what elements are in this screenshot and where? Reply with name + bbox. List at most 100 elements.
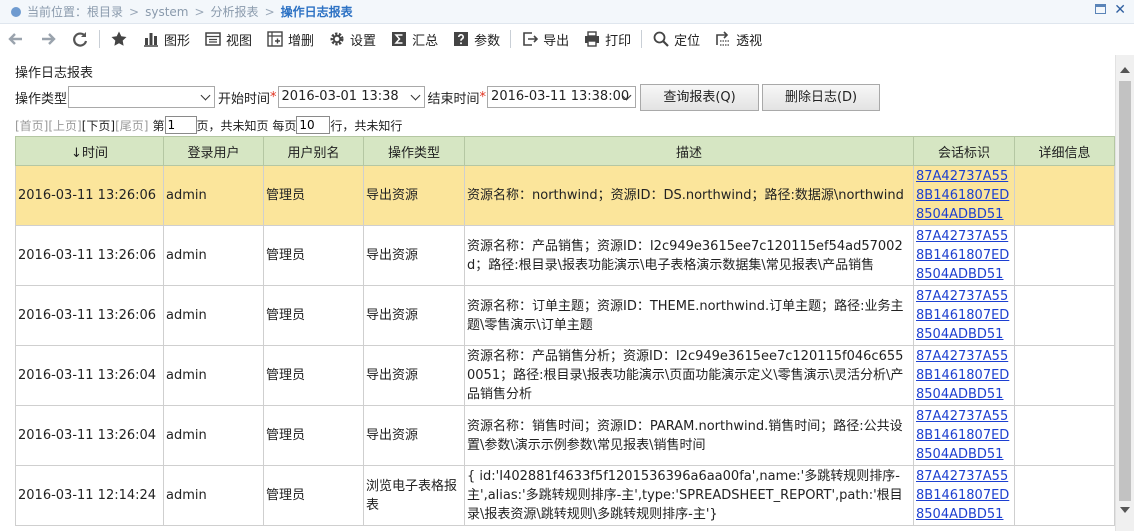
pager-last[interactable]: [尾页] — [115, 117, 148, 134]
breadcrumb-item-analysis[interactable]: 分析报表 — [211, 3, 259, 20]
add-column-button[interactable]: 增删 — [259, 24, 321, 54]
vertical-scrollbar[interactable] — [1115, 55, 1134, 531]
start-time-label: 开始时间 — [218, 91, 271, 107]
favorite-button[interactable] — [103, 24, 135, 54]
session-link[interactable]: 8B1461807ED — [916, 248, 1009, 263]
print-button[interactable]: 打印 — [576, 24, 638, 54]
session-link[interactable]: 8B1461807ED — [916, 368, 1009, 383]
chart-button[interactable]: 图形 — [135, 24, 197, 54]
table-row[interactable]: 2016-03-11 13:26:06 admin 管理员 导出资源 资源名称：… — [15, 285, 1115, 346]
log-table: ↓时间 登录用户 用户别名 操作类型 描述 会话标识 详细信息 2016-03-… — [15, 136, 1115, 526]
op-type-label: 操作类型 — [15, 91, 68, 107]
cell-desc: 资源名称：产品销售分析；资源ID：I2c949e3615ee7c120115f0… — [464, 345, 914, 406]
search-icon — [653, 31, 669, 47]
cell-op-type: 导出资源 — [363, 345, 465, 406]
arrow-right-icon — [42, 33, 56, 45]
query-report-button[interactable]: 查询报表(Q) — [640, 83, 760, 111]
printer-icon — [585, 31, 600, 47]
table-row[interactable]: 2016-03-11 13:26:06 admin 管理员 导出资源 资源名称：… — [15, 225, 1115, 286]
chevron-down-icon — [410, 90, 420, 101]
column-header-alias[interactable]: 用户别名 — [263, 136, 364, 166]
cell-user: admin — [163, 165, 264, 226]
table-row[interactable]: 2016-03-11 13:26:06 admin 管理员 导出资源 资源名称：… — [15, 165, 1115, 226]
cell-op-type: 导出资源 — [363, 405, 465, 466]
session-link[interactable]: 8504ADBD51 — [916, 447, 1003, 462]
table-row[interactable]: 2016-03-11 13:26:04 admin 管理员 导出资源 资源名称：… — [15, 345, 1115, 406]
page-number-input[interactable] — [164, 116, 197, 134]
delete-log-button[interactable]: 删除日志(D) — [762, 83, 881, 111]
scroll-thumb[interactable] — [1119, 81, 1131, 501]
breadcrumb-item-system[interactable]: system — [145, 5, 188, 19]
session-link[interactable]: 87A42737A55 — [916, 409, 1008, 424]
pager-next[interactable]: [下页] — [82, 117, 115, 134]
location-pin-icon — [11, 6, 21, 17]
session-link[interactable]: 8B1461807ED — [916, 488, 1009, 503]
session-link[interactable]: 8B1461807ED — [916, 308, 1009, 323]
export-button-label: 导出 — [543, 33, 570, 49]
sigma-icon — [392, 32, 407, 46]
op-type-select[interactable] — [68, 86, 216, 108]
toolbar-separator — [99, 30, 100, 48]
pager-page-prefix: 第 — [152, 118, 165, 133]
close-icon[interactable]: ✕ — [1114, 2, 1126, 18]
pivot-icon — [716, 31, 730, 46]
column-header-session[interactable]: 会话标识 — [913, 136, 1015, 166]
cell-session: 87A42737A55 8B1461807ED 8504ADBD51 — [913, 405, 1015, 466]
scroll-down-icon[interactable] — [1120, 507, 1130, 513]
session-link[interactable]: 8504ADBD51 — [916, 327, 1003, 342]
session-link[interactable]: 8504ADBD51 — [916, 267, 1003, 282]
session-link[interactable]: 8504ADBD51 — [916, 207, 1003, 222]
session-link[interactable]: 8504ADBD51 — [916, 387, 1003, 402]
pivot-button[interactable]: 透视 — [707, 24, 769, 54]
pager-prev[interactable]: [上页] — [48, 117, 81, 134]
locate-button[interactable]: 定位 — [645, 24, 707, 54]
maximize-icon[interactable] — [1095, 4, 1106, 14]
required-mark: * — [270, 89, 277, 105]
forward-button[interactable] — [32, 24, 64, 54]
gear-icon — [330, 32, 344, 46]
scroll-up-icon[interactable] — [1120, 67, 1130, 73]
add-column-icon — [267, 31, 283, 47]
cell-user: admin — [163, 345, 264, 406]
column-header-time[interactable]: ↓时间 — [15, 136, 164, 166]
pager-first[interactable]: [首页] — [15, 117, 48, 134]
cell-time: 2016-03-11 13:26:06 — [15, 165, 164, 226]
param-button[interactable]: 参数 — [445, 24, 507, 54]
cell-user: admin — [163, 405, 264, 466]
session-link[interactable]: 87A42737A55 — [916, 289, 1008, 304]
table-row[interactable]: 2016-03-11 12:14:24 admin 管理员 浏览电子表格报表 {… — [15, 465, 1115, 526]
column-header-op-type[interactable]: 操作类型 — [363, 136, 465, 166]
chart-button-label: 图形 — [164, 33, 191, 49]
cell-session: 87A42737A55 8B1461807ED 8504ADBD51 — [913, 345, 1015, 406]
cell-op-type: 导出资源 — [363, 285, 465, 346]
breadcrumb-current: 操作日志报表 — [280, 5, 353, 19]
view-icon — [205, 32, 221, 46]
arrow-left-icon — [8, 33, 22, 45]
column-header-desc[interactable]: 描述 — [464, 136, 914, 166]
cell-session: 87A42737A55 8B1461807ED 8504ADBD51 — [913, 465, 1015, 526]
table-row[interactable]: 2016-03-11 13:26:04 admin 管理员 导出资源 资源名称：… — [15, 405, 1115, 466]
session-link[interactable]: 87A42737A55 — [916, 469, 1008, 484]
session-link[interactable]: 87A42737A55 — [916, 169, 1008, 184]
column-header-detail[interactable]: 详细信息 — [1014, 136, 1115, 166]
session-link[interactable]: 8B1461807ED — [916, 188, 1009, 203]
end-time-input[interactable]: 2016-03-11 13:38:00 — [487, 86, 637, 108]
refresh-button[interactable] — [64, 24, 96, 54]
required-mark: * — [479, 89, 487, 105]
summary-button[interactable]: 汇总 — [383, 24, 445, 54]
back-button[interactable] — [0, 24, 32, 54]
session-link[interactable]: 8504ADBD51 — [916, 507, 1003, 522]
start-time-input[interactable]: 2016-03-01 13:38 — [277, 86, 425, 108]
page-size-input[interactable] — [296, 116, 331, 134]
session-link[interactable]: 8B1461807ED — [916, 428, 1009, 443]
breadcrumb-prefix: 当前位置： — [27, 5, 88, 19]
report-title: 操作日志报表 — [15, 66, 94, 81]
breadcrumb-item-root[interactable]: 根目录 — [87, 3, 123, 20]
column-header-user[interactable]: 登录用户 — [163, 136, 264, 166]
settings-button[interactable]: 设置 — [321, 24, 383, 54]
cell-alias: 管理员 — [263, 345, 364, 406]
export-button[interactable]: 导出 — [514, 24, 576, 54]
session-link[interactable]: 87A42737A55 — [916, 349, 1008, 364]
session-link[interactable]: 87A42737A55 — [916, 229, 1008, 244]
view-button[interactable]: 视图 — [197, 24, 259, 54]
